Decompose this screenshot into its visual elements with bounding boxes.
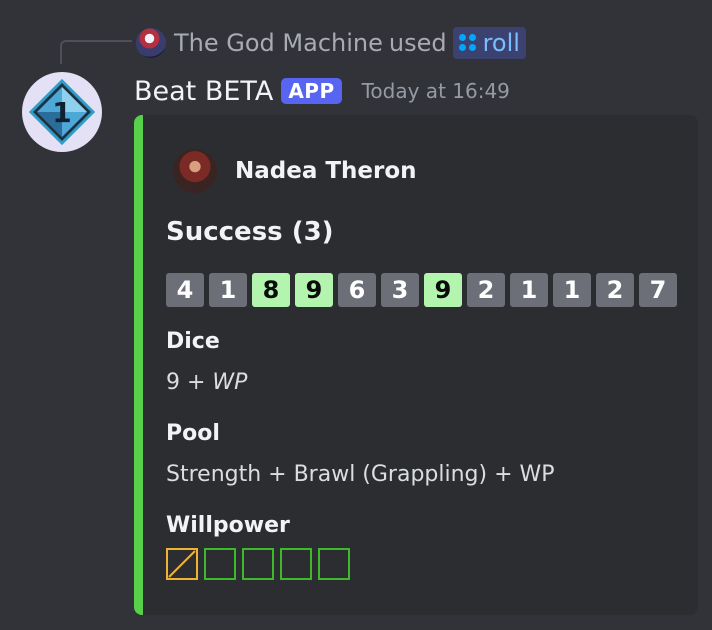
pool-field-name: Pool <box>166 421 220 446</box>
die: 3 <box>381 273 419 307</box>
app-command-icon <box>458 34 477 52</box>
die: 1 <box>209 273 247 307</box>
command-mention[interactable]: roll <box>452 27 526 59</box>
reply-used-text: used <box>388 29 447 57</box>
die: 7 <box>639 273 677 307</box>
dice-results: 418963921127 <box>166 273 677 307</box>
reply-connector <box>60 40 132 64</box>
app-badge: APP <box>281 78 342 104</box>
bot-avatar[interactable]: 1 <box>22 72 102 152</box>
message-timestamp[interactable]: Today at 16:49 <box>362 79 510 103</box>
willpower-box <box>204 548 236 580</box>
willpower-box-spent <box>166 548 198 580</box>
die-success: 9 <box>295 273 333 307</box>
willpower-box <box>318 548 350 580</box>
die: 1 <box>553 273 591 307</box>
reply-user-name[interactable]: The God Machine <box>174 29 383 57</box>
die: 2 <box>467 273 505 307</box>
dice-field-value: 9 + WP <box>166 370 247 395</box>
pool-field-value: Strength + Brawl (Grappling) + WP <box>166 462 555 487</box>
roll-result-title: Success (3) <box>166 217 334 247</box>
character-avatar <box>173 149 217 193</box>
willpower-box <box>280 548 312 580</box>
willpower-tracker <box>166 548 350 580</box>
message-header: Beat BETA APP Today at 16:49 <box>134 73 510 109</box>
embed-author: Nadea Theron <box>173 149 417 193</box>
reply-user-avatar[interactable] <box>136 28 166 58</box>
die: 1 <box>510 273 548 307</box>
character-name: Nadea Theron <box>235 158 417 184</box>
willpower-box <box>242 548 274 580</box>
dice-field-value-italic: WP <box>212 370 248 395</box>
avatar-number: 1 <box>52 96 71 129</box>
reply-context: The God Machine used roll <box>174 27 526 59</box>
die: 4 <box>166 273 204 307</box>
willpower-field-name: Willpower <box>166 513 290 538</box>
diamond-number-icon: 1 <box>28 78 96 146</box>
dice-field-value-plain: 9 + <box>166 370 213 395</box>
die-success: 9 <box>424 273 462 307</box>
die-success: 8 <box>252 273 290 307</box>
command-name: roll <box>482 29 520 57</box>
bot-username[interactable]: Beat BETA <box>134 76 273 107</box>
roll-embed: Nadea Theron Success (3) 418963921127 Di… <box>134 115 698 615</box>
die: 2 <box>596 273 634 307</box>
die: 6 <box>338 273 376 307</box>
dice-field-name: Dice <box>166 329 220 354</box>
